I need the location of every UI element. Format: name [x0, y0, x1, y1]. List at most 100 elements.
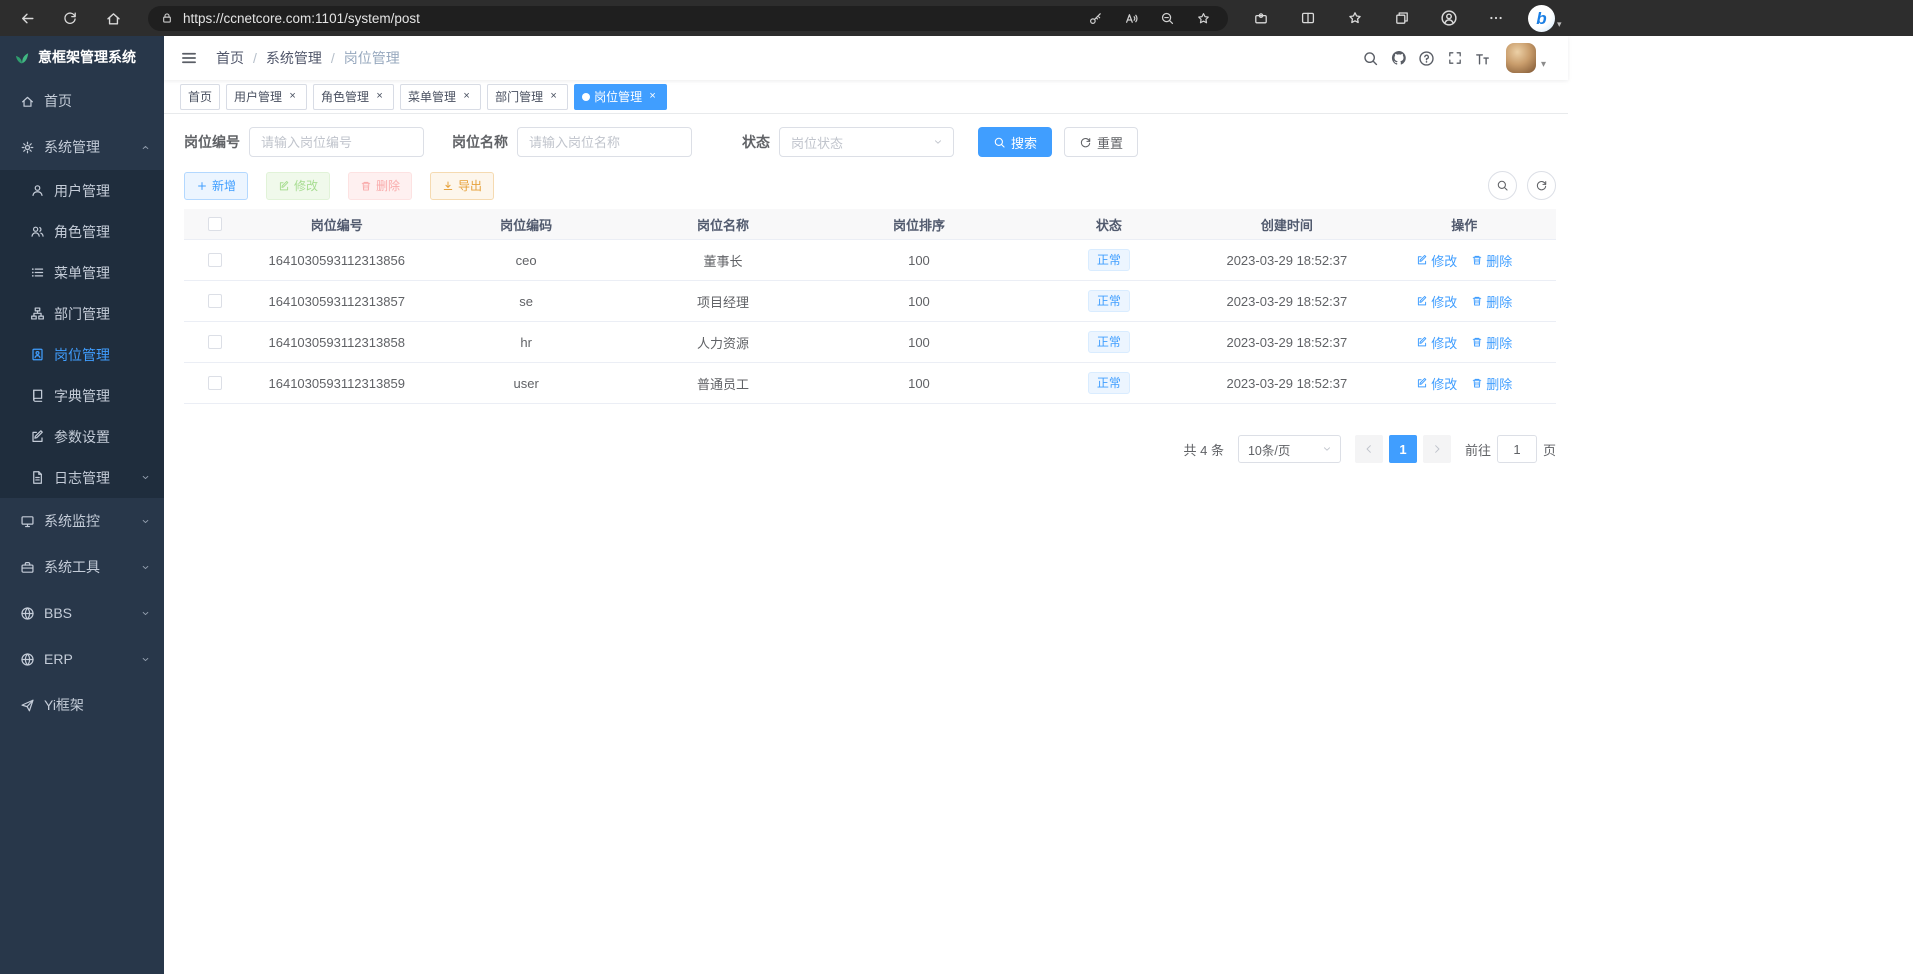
sidebar-item-label: Yi框架 [44, 695, 84, 715]
zoom-button[interactable] [1154, 6, 1180, 30]
close-icon[interactable] [646, 90, 659, 103]
sidebar-item-post[interactable]: 岗位管理 [0, 334, 164, 375]
cell-post-id: 1641030593112313859 [246, 376, 427, 391]
sidebar-group-bbs[interactable]: BBS [0, 590, 164, 636]
row-delete-button[interactable]: 删除 [1471, 292, 1512, 311]
split-screen-button[interactable] [1293, 3, 1323, 33]
tab-user[interactable]: 用户管理 [226, 84, 307, 110]
reset-button[interactable]: 重置 [1064, 127, 1138, 157]
tab-role[interactable]: 角色管理 [313, 84, 394, 110]
sidebar-item-dept[interactable]: 部门管理 [0, 293, 164, 334]
row-delete-button[interactable]: 删除 [1471, 251, 1512, 270]
extensions-button[interactable] [1246, 3, 1276, 33]
sidebar-group-log[interactable]: 日志管理 [0, 457, 164, 498]
tab-post[interactable]: 岗位管理 [574, 84, 667, 110]
chevron-down-icon [140, 608, 151, 619]
row-edit-button[interactable]: 修改 [1416, 292, 1457, 311]
row-checkbox[interactable] [208, 253, 222, 267]
posts-table: 岗位编号 岗位编码 岗位名称 岗位排序 状态 创建时间 操作 164103059… [184, 209, 1556, 404]
browser-refresh-button[interactable] [55, 3, 85, 33]
post-name-input[interactable] [517, 127, 692, 157]
status-badge: 正常 [1088, 372, 1130, 394]
sidebar-item-role[interactable]: 角色管理 [0, 211, 164, 252]
header-search-button[interactable] [1362, 49, 1380, 67]
column-header-post-sort: 岗位排序 [821, 215, 1016, 234]
cell-post-code: se [427, 294, 624, 309]
user-menu[interactable]: ▾ [1506, 43, 1546, 73]
sidebar-item-label: 系统管理 [44, 137, 100, 157]
badge-icon [30, 347, 45, 362]
page-number-button[interactable]: 1 [1389, 435, 1417, 463]
toggle-search-button[interactable] [1488, 171, 1517, 200]
browser-back-button[interactable] [12, 3, 42, 33]
row-edit-button[interactable]: 修改 [1416, 333, 1457, 352]
gear-icon [20, 140, 35, 155]
browser-home-button[interactable] [98, 3, 128, 33]
address-bar[interactable]: https://ccnetcore.com:1101/system/post [148, 6, 1228, 31]
add-favorite-button[interactable] [1190, 6, 1216, 30]
sidebar-item-label: 系统工具 [44, 557, 100, 577]
tab-menu[interactable]: 菜单管理 [400, 84, 481, 110]
row-checkbox[interactable] [208, 335, 222, 349]
close-icon[interactable] [460, 90, 473, 103]
delete-button[interactable]: 删除 [348, 172, 412, 200]
row-edit-button[interactable]: 修改 [1416, 374, 1457, 393]
close-icon[interactable] [373, 90, 386, 103]
sidebar-group-erp[interactable]: ERP [0, 636, 164, 682]
sidebar-item-label: ERP [44, 651, 73, 667]
close-icon[interactable] [286, 90, 299, 103]
split-screen-icon [1300, 10, 1316, 26]
url-text[interactable]: https://ccnetcore.com:1101/system/post [183, 11, 1072, 26]
breadcrumb-item[interactable]: 首页 [216, 48, 244, 68]
total-count: 共 4 条 [1184, 440, 1224, 459]
font-size-button[interactable] [1474, 49, 1492, 67]
sidebar-item-param[interactable]: 参数设置 [0, 416, 164, 457]
refresh-table-button[interactable] [1527, 171, 1556, 200]
chevron-right-icon [1431, 443, 1443, 455]
post-code-input[interactable] [249, 127, 424, 157]
close-icon[interactable] [547, 90, 560, 103]
search-button[interactable]: 搜索 [978, 127, 1052, 157]
read-aloud-button[interactable] [1118, 6, 1144, 30]
row-checkbox[interactable] [208, 294, 222, 308]
sidebar-toggle-button[interactable] [179, 48, 199, 68]
sidebar-group-monitor[interactable]: 系统监控 [0, 498, 164, 544]
status-select[interactable]: 岗位状态 [779, 127, 954, 157]
select-all-checkbox[interactable] [208, 217, 222, 231]
favorites-button[interactable] [1340, 3, 1370, 33]
sidebar-item-menu[interactable]: 菜单管理 [0, 252, 164, 293]
breadcrumb-item[interactable]: 系统管理 [266, 48, 322, 68]
browser-menu-button[interactable] [1481, 3, 1511, 33]
sidebar-item-dict[interactable]: 字典管理 [0, 375, 164, 416]
sidebar-item-label: 角色管理 [54, 222, 110, 242]
sidebar-group-tools[interactable]: 系统工具 [0, 544, 164, 590]
goto-page-input[interactable] [1497, 435, 1537, 463]
row-delete-button[interactable]: 删除 [1471, 333, 1512, 352]
row-edit-button[interactable]: 修改 [1416, 251, 1457, 270]
sidebar-item-yi[interactable]: Yi框架 [0, 682, 164, 728]
collections-button[interactable] [1387, 3, 1417, 33]
sidebar-group-system[interactable]: 系统管理 [0, 124, 164, 170]
copilot-button[interactable]: ▾ [1528, 5, 1562, 32]
password-key-button[interactable] [1082, 6, 1108, 30]
export-button-label: 导出 [458, 177, 482, 194]
sidebar-item-user[interactable]: 用户管理 [0, 170, 164, 211]
sidebar-item-home[interactable]: 首页 [0, 78, 164, 124]
tab-dept[interactable]: 部门管理 [487, 84, 568, 110]
tab-home[interactable]: 首页 [180, 84, 220, 110]
modify-button[interactable]: 修改 [266, 172, 330, 200]
github-button[interactable] [1390, 49, 1408, 67]
add-button[interactable]: 新增 [184, 172, 248, 200]
prev-page-button[interactable] [1355, 435, 1383, 463]
filter-post-name: 岗位名称 [452, 127, 692, 157]
browser-profile-button[interactable] [1434, 3, 1464, 33]
help-button[interactable] [1418, 49, 1436, 67]
next-page-button[interactable] [1423, 435, 1451, 463]
fullscreen-button[interactable] [1446, 49, 1464, 67]
app-logo[interactable]: 意框架管理系统 [0, 36, 164, 78]
export-button[interactable]: 导出 [430, 172, 494, 200]
row-checkbox[interactable] [208, 376, 222, 390]
row-delete-button[interactable]: 删除 [1471, 374, 1512, 393]
page-size-select[interactable]: 10条/页 [1238, 435, 1341, 463]
cell-post-sort: 100 [821, 335, 1016, 350]
